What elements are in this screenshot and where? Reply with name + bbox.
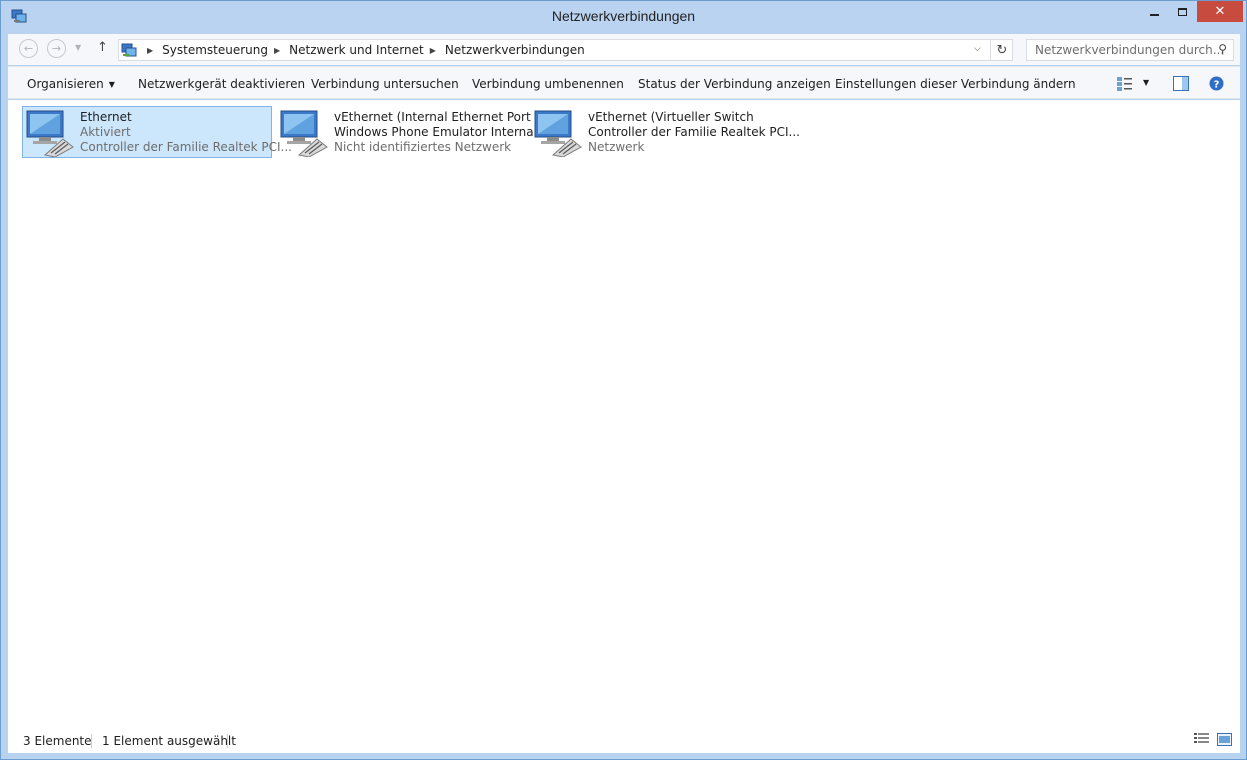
forward-button[interactable]: →: [47, 39, 66, 58]
maximize-button[interactable]: [1169, 1, 1196, 22]
control-panel-icon: [121, 43, 137, 57]
connection-status: Aktiviert: [80, 125, 131, 139]
details-view-icon[interactable]: [1194, 733, 1209, 746]
connection-name: vEthernet (Internal Ethernet Port: [334, 110, 531, 124]
file-list[interactable]: Ethernet Aktiviert Controller der Famili…: [8, 100, 1240, 723]
up-arrow-icon[interactable]: ↑: [97, 40, 108, 55]
connection-status: Netzwerk: [588, 140, 645, 154]
connection-item-vethernet-internal[interactable]: vEthernet (Internal Ethernet Port Window…: [276, 106, 545, 158]
search-input[interactable]: Netzwerkverbindungen durch... ⚲: [1026, 39, 1234, 61]
maximize-icon: [1178, 7, 1187, 16]
explorer-window: Netzwerkverbindungen ✕ ← → ▼ ↑ ▶ Systems…: [0, 0, 1247, 760]
arrow-left-icon: ←: [23, 42, 34, 55]
connection-item-vethernet-switch[interactable]: vEthernet (Virtueller Switch Controller …: [530, 106, 800, 158]
preview-pane-icon[interactable]: [1173, 76, 1189, 91]
close-icon: ✕: [1214, 4, 1226, 19]
command-bar: Organisieren ▼ Netzwerkgerät deaktivieren…: [8, 66, 1240, 99]
breadcrumb-item[interactable]: Systemsteuerung: [162, 43, 268, 57]
svg-text:?: ?: [1214, 80, 1220, 91]
address-history-chevron-icon[interactable]: ⌵: [974, 44, 981, 54]
refresh-icon: ↻: [996, 42, 1008, 58]
navigation-bar: ← → ▼ ↑ ▶ Systemsteuerung ▶ Netzwerk und…: [8, 34, 1240, 65]
view-status-button[interactable]: Status der Verbindung anzeigen: [638, 77, 831, 91]
search-icon[interactable]: ⚲: [1218, 42, 1227, 56]
minimize-button[interactable]: [1141, 1, 1168, 22]
connection-device: Controller der Familie Realtek PCI...: [588, 125, 800, 139]
minimize-icon: [1150, 13, 1159, 16]
diagnose-connection-button[interactable]: Verbindung untersuchen: [311, 77, 459, 91]
help-icon[interactable]: ?: [1209, 76, 1224, 91]
address-bar[interactable]: ▶ Systemsteuerung ▶ Netzwerk und Interne…: [118, 39, 1013, 61]
connection-name: Ethernet: [80, 110, 132, 124]
view-options-icon[interactable]: [1117, 77, 1133, 91]
large-icons-view-icon[interactable]: [1217, 733, 1232, 746]
network-adapter-icon: [26, 110, 74, 157]
change-settings-button[interactable]: Einstellungen dieser Verbindung ändern: [835, 77, 1076, 91]
chevron-right-icon[interactable]: ▶: [147, 46, 153, 55]
connection-name: vEthernet (Virtueller Switch: [588, 110, 754, 124]
network-adapter-icon: [534, 110, 582, 157]
breadcrumb-item[interactable]: Netzwerkverbindungen: [445, 43, 585, 57]
chevron-right-icon[interactable]: ▶: [430, 46, 436, 55]
connection-details: Ethernet Aktiviert Controller der Famili…: [80, 110, 292, 155]
organize-button[interactable]: Organisieren ▼: [27, 77, 115, 91]
network-adapter-icon: [280, 110, 328, 157]
status-divider: [91, 734, 92, 748]
connection-item-ethernet[interactable]: Ethernet Aktiviert Controller der Famili…: [22, 106, 292, 158]
connection-details: vEthernet (Virtueller Switch Controller …: [588, 110, 800, 155]
recent-locations-chevron-icon[interactable]: ▼: [75, 43, 81, 52]
item-count: 3 Elemente: [23, 734, 92, 748]
title-bar[interactable]: Netzwerkverbindungen ✕: [1, 1, 1246, 33]
view-options-caret-icon[interactable]: ▼: [1143, 78, 1149, 87]
status-bar: 3 Elemente 1 Element ausgewählt: [8, 723, 1240, 753]
selection-count: 1 Element ausgewählt: [102, 734, 236, 748]
breadcrumb-item[interactable]: Netzwerk und Internet: [289, 43, 424, 57]
breadcrumb: ▶ Systemsteuerung ▶ Netzwerk und Interne…: [141, 43, 585, 57]
connection-details: vEthernet (Internal Ethernet Port Window…: [334, 110, 545, 155]
disable-device-button[interactable]: Netzwerkgerät deaktivieren: [138, 77, 305, 91]
arrow-right-icon: →: [51, 42, 62, 55]
connection-device: Windows Phone Emulator Interna...: [334, 125, 546, 139]
connection-device: Controller der Familie Realtek PCI...: [80, 140, 292, 154]
status-divider: [227, 734, 228, 748]
chevron-right-icon[interactable]: ▶: [274, 46, 280, 55]
back-button[interactable]: ←: [19, 39, 38, 58]
organize-label: Organisieren: [27, 77, 104, 91]
refresh-button[interactable]: ↻: [990, 40, 1013, 60]
window-title: Netzwerkverbindungen: [551, 8, 696, 24]
close-button[interactable]: ✕: [1197, 1, 1243, 22]
caret-down-icon: ▼: [108, 80, 115, 89]
connection-status: Nicht identifiziertes Netzwerk: [334, 140, 512, 154]
rename-connection-button[interactable]: Verbindung umbenennen: [472, 77, 624, 91]
search-placeholder: Netzwerkverbindungen durch...: [1035, 43, 1225, 57]
